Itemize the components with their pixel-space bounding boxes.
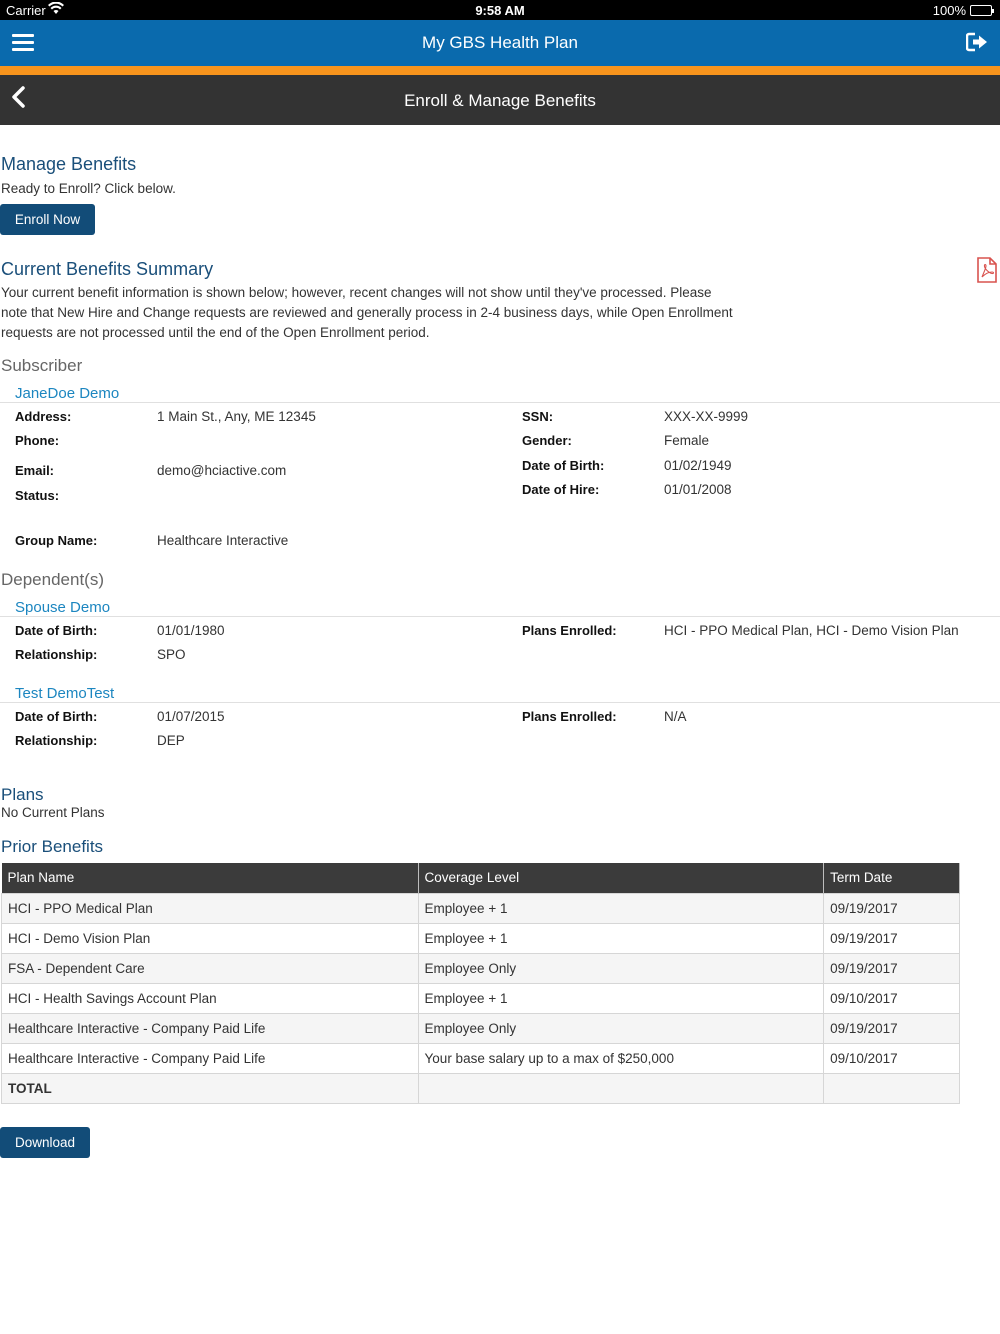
battery-icon [970,5,994,16]
dependent-dob-label: Date of Birth: [15,623,98,638]
dependent-relationship-value: SPO [157,647,186,662]
term-date-cell: 09/19/2017 [823,952,960,984]
plan-name-cell: Healthcare Interactive - Company Paid Li… [1,1012,419,1044]
gender-value: Female [664,433,710,448]
dependent-relationship-label: Relationship: [15,647,98,662]
coverage-level-cell: Employee + 1 [417,892,825,924]
dependent-plans-value: N/A [664,709,687,724]
divider [0,402,1000,403]
plan-name-cell: HCI - Demo Vision Plan [1,922,419,954]
page-header: Enroll & Manage Benefits [0,75,1000,125]
coverage-level-cell: Employee + 1 [417,922,825,954]
app-header: My GBS Health Plan [0,20,1000,66]
enroll-now-button[interactable]: Enroll Now [0,204,95,235]
table-total-row: TOTAL [1,1072,960,1104]
summary-text-line-1: Your current benefit information is show… [1,285,712,300]
plan-name-cell: FSA - Dependent Care [1,952,419,984]
page-title: Enroll & Manage Benefits [404,91,596,110]
dependent-dob-value: 01/07/2015 [157,709,225,724]
address-value: 1 Main St., Any, ME 12345 [157,409,316,424]
column-header-coverage-level: Coverage Level [418,863,825,893]
accent-stripe [0,66,1000,75]
app-title: My GBS Health Plan [422,33,578,52]
summary-text-line-2: note that New Hire and Change requests a… [1,305,733,320]
ssn-label: SSN: [522,409,554,424]
status-bar: Carrier 9:58 AM 100% [0,0,1000,20]
no-plans-text: No Current Plans [1,805,105,820]
dependent-plans-label: Plans Enrolled: [522,709,617,724]
column-header-term-date: Term Date [823,863,960,893]
divider [0,702,1000,703]
clock: 9:58 AM [475,3,525,18]
table-row: HCI - Demo Vision Plan Employee + 1 09/1… [1,922,960,954]
plan-name-cell: HCI - PPO Medical Plan [1,892,419,924]
term-date-cell: 09/19/2017 [823,1012,960,1044]
dependent-name[interactable]: Test DemoTest [15,685,114,702]
email-label: Email: [15,463,55,478]
dob-label: Date of Birth: [522,458,605,473]
total-empty-cell [417,1072,825,1104]
table-header-row: Plan Name Coverage Level Term Date [1,863,960,893]
group-name-label: Group Name: [15,533,98,548]
doh-label: Date of Hire: [522,482,600,497]
column-header-plan-name: Plan Name [1,863,419,893]
doh-value: 01/01/2008 [664,482,732,497]
term-date-cell: 09/10/2017 [823,1042,960,1074]
coverage-level-cell: Your base salary up to a max of $250,000 [417,1042,825,1074]
phone-label: Phone: [15,433,60,448]
address-label: Address: [15,409,72,424]
email-value: demo@hciactive.com [157,463,287,478]
dob-value: 01/02/1949 [664,458,732,473]
dependents-section-title: Dependent(s) [1,570,105,589]
term-date-cell: 09/10/2017 [823,982,960,1014]
coverage-level-cell: Employee Only [417,1012,825,1044]
ssn-value: XXX-XX-9999 [664,409,749,424]
battery-percent: 100% [932,3,966,18]
table-row: Healthcare Interactive - Company Paid Li… [1,1012,960,1044]
subscriber-name[interactable]: JaneDoe Demo [15,385,119,402]
prior-benefits-heading: Prior Benefits [1,837,104,856]
dependent-dob-label: Date of Birth: [15,709,98,724]
dependent-plans-value: HCI - PPO Medical Plan, HCI - Demo Visio… [664,623,959,638]
dependent-plans-label: Plans Enrolled: [522,623,617,638]
pdf-file-icon[interactable] [976,257,998,288]
status-label: Status: [15,488,60,503]
subscriber-section-title: Subscriber [1,356,83,375]
table-row: HCI - PPO Medical Plan Employee + 1 09/1… [1,892,960,924]
enroll-prompt: Ready to Enroll? Click below. [1,181,176,196]
group-name-value: Healthcare Interactive [157,533,289,548]
download-button[interactable]: Download [0,1127,90,1158]
dependent-relationship-label: Relationship: [15,733,98,748]
divider [0,616,1000,617]
coverage-level-cell: Employee Only [417,952,825,984]
plan-name-cell: Healthcare Interactive - Company Paid Li… [1,1042,419,1074]
table-row: Healthcare Interactive - Company Paid Li… [1,1042,960,1074]
table-row: FSA - Dependent Care Employee Only 09/19… [1,952,960,984]
dependent-relationship-value: DEP [157,733,185,748]
battery-status: 100% [932,3,994,18]
manage-benefits-heading: Manage Benefits [1,154,137,174]
dependent-name[interactable]: Spouse Demo [15,599,110,616]
plans-heading: Plans [1,785,44,804]
coverage-level-cell: Employee + 1 [417,982,825,1014]
term-date-cell: 09/19/2017 [823,892,960,924]
summary-text-line-3: requests are not processed until the end… [1,325,430,340]
term-date-cell: 09/19/2017 [823,922,960,954]
gender-label: Gender: [522,433,572,448]
current-benefits-heading: Current Benefits Summary [1,259,214,279]
total-label-cell: TOTAL [1,1072,419,1104]
prior-benefits-table: Plan Name Coverage Level Term Date HCI -… [1,863,960,1104]
plan-name-cell: HCI - Health Savings Account Plan [1,982,419,1014]
dependent-dob-value: 01/01/1980 [157,623,225,638]
total-empty-cell [823,1072,960,1104]
table-row: HCI - Health Savings Account Plan Employ… [1,982,960,1014]
logout-icon[interactable] [965,32,988,57]
